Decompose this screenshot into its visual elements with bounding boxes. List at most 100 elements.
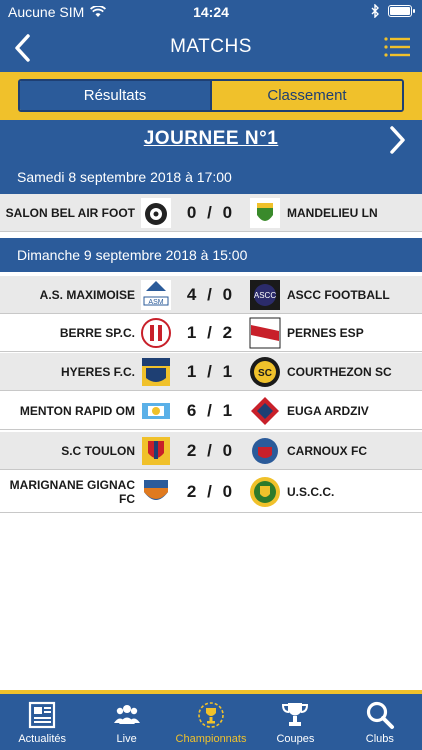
club-logo-icon [251, 397, 279, 425]
match-row[interactable]: S.C TOULON 2 / 0 CARNOUX FC [0, 432, 422, 470]
tab-label: Championnats [175, 733, 247, 745]
round-title[interactable]: JOURNEE N°1 [0, 128, 422, 150]
club-logo-icon [252, 438, 278, 464]
svg-text:ASM: ASM [148, 299, 163, 306]
away-team: CARNOUX FC [287, 444, 367, 458]
home-team: S.C TOULON [61, 444, 135, 458]
club-logo-icon [142, 403, 170, 419]
score: 1 / 1 [178, 353, 244, 391]
home-score: 4 [186, 285, 200, 304]
score-separator: / [207, 362, 215, 381]
tab-actualites[interactable]: Actualités [0, 694, 84, 750]
score-separator: / [207, 285, 215, 304]
score: 2 / 0 [178, 471, 244, 513]
tab-coupes[interactable]: Coupes [253, 694, 337, 750]
newspaper-icon [29, 701, 56, 729]
trophy-laurel-icon [198, 702, 224, 728]
search-icon [366, 701, 394, 729]
svg-text:ASCC: ASCC [254, 291, 276, 300]
away-team: U.S.C.C. [287, 485, 335, 499]
club-logo-icon: ASM [141, 280, 171, 310]
status-bar: Aucune SIM 14:24 [0, 0, 422, 24]
club-logo-icon [250, 198, 280, 228]
battery-icon [388, 5, 415, 17]
match-row[interactable]: A.S. MAXIMOISE ASM 4 / 0 ASCC ASCC FOOTB… [0, 276, 422, 314]
bottom-tab-bar: Actualités Live Championnats Coupes Club… [0, 690, 422, 750]
round-header: JOURNEE N°1 [0, 120, 422, 160]
tab-clubs[interactable]: Clubs [338, 694, 422, 750]
tab-label: Live [116, 733, 137, 745]
score-separator: / [207, 323, 215, 342]
segmented-control: Résultats Classement [18, 79, 404, 112]
away-team: COURTHEZON SC [287, 365, 392, 379]
away-score: 0 [222, 285, 236, 304]
home-team: BERRE SP.C. [59, 326, 135, 340]
menu-button[interactable] [384, 36, 410, 60]
cup-icon [282, 703, 309, 726]
home-score: 0 [186, 203, 200, 222]
match-row[interactable]: HYERES F.C. 1 / 1 SC COURTHEZON SC [0, 353, 422, 391]
score: 1 / 2 [178, 314, 244, 352]
score: 6 / 1 [178, 392, 244, 430]
club-logo-icon [141, 198, 171, 228]
away-score: 1 [222, 401, 236, 420]
nav-bar: MATCHS [0, 24, 422, 72]
bluetooth-icon [371, 4, 379, 18]
home-score: 2 [186, 482, 200, 501]
club-logo-icon: ASCC [250, 280, 280, 310]
tab-classement[interactable]: Classement [210, 81, 402, 110]
page-title: MATCHS [170, 36, 252, 57]
score: 0 / 0 [178, 194, 244, 232]
score-separator: / [207, 441, 215, 460]
home-score: 1 [186, 323, 200, 342]
home-team: MENTON RAPID OM [19, 404, 135, 418]
score-separator: / [207, 401, 215, 420]
away-team: ASCC FOOTBALL [287, 288, 390, 302]
club-logo-icon [142, 358, 170, 386]
club-logo-icon: SC [250, 357, 280, 387]
clock: 14:24 [193, 4, 229, 20]
home-team: A.S. MAXIMOISE [39, 288, 135, 302]
home-score: 2 [186, 441, 200, 460]
club-logo-icon [142, 437, 170, 465]
away-team: EUGA ARDZIV [287, 404, 369, 418]
home-score: 6 [186, 401, 200, 420]
tab-label: Actualités [18, 733, 67, 745]
tab-label: Coupes [276, 733, 315, 745]
svg-text:SC: SC [258, 368, 272, 379]
match-row[interactable]: SALON BEL AIR FOOT 0 / 0 MANDELIEU LN [0, 194, 422, 232]
score: 2 / 0 [178, 432, 244, 470]
home-team: SALON BEL AIR FOOT [5, 206, 135, 220]
segment-container: Résultats Classement [0, 72, 422, 120]
tab-resultats[interactable]: Résultats [20, 81, 210, 110]
club-logo-icon [250, 477, 280, 507]
people-icon [113, 705, 140, 724]
away-score: 1 [222, 362, 236, 381]
date-header: Dimanche 9 septembre 2018 à 15:00 [0, 238, 422, 272]
away-team: PERNES ESP [287, 326, 364, 340]
match-row[interactable]: MENTON RAPID OM 6 / 1 EUGA ARDZIV [0, 392, 422, 430]
away-score: 0 [222, 441, 236, 460]
match-row[interactable]: BERRE SP.C. 1 / 2 PERNES ESP [0, 314, 422, 352]
home-team: MARIGNANE GIGNAC FC [9, 478, 135, 506]
away-team: MANDELIEU LN [287, 206, 378, 220]
club-logo-icon [141, 318, 171, 348]
tab-championnats[interactable]: Championnats [169, 694, 253, 750]
away-score: 0 [222, 482, 236, 501]
chevron-right-icon[interactable] [388, 124, 408, 156]
away-score: 0 [222, 203, 236, 222]
list-menu-icon [384, 37, 410, 57]
home-score: 1 [186, 362, 200, 381]
status-right [371, 4, 415, 18]
score-separator: / [207, 203, 215, 222]
date-header: Samedi 8 septembre 2018 à 17:00 [0, 160, 422, 194]
club-logo-icon [249, 317, 281, 349]
score-separator: / [207, 482, 215, 501]
club-logo-icon [144, 480, 168, 500]
tab-live[interactable]: Live [84, 694, 168, 750]
home-team: HYERES F.C. [60, 365, 135, 379]
tab-label: Clubs [365, 733, 394, 745]
match-row[interactable]: MARIGNANE GIGNAC FC 2 / 0 U.S.C.C. [0, 471, 422, 513]
score: 4 / 0 [178, 276, 244, 314]
away-score: 2 [222, 323, 236, 342]
